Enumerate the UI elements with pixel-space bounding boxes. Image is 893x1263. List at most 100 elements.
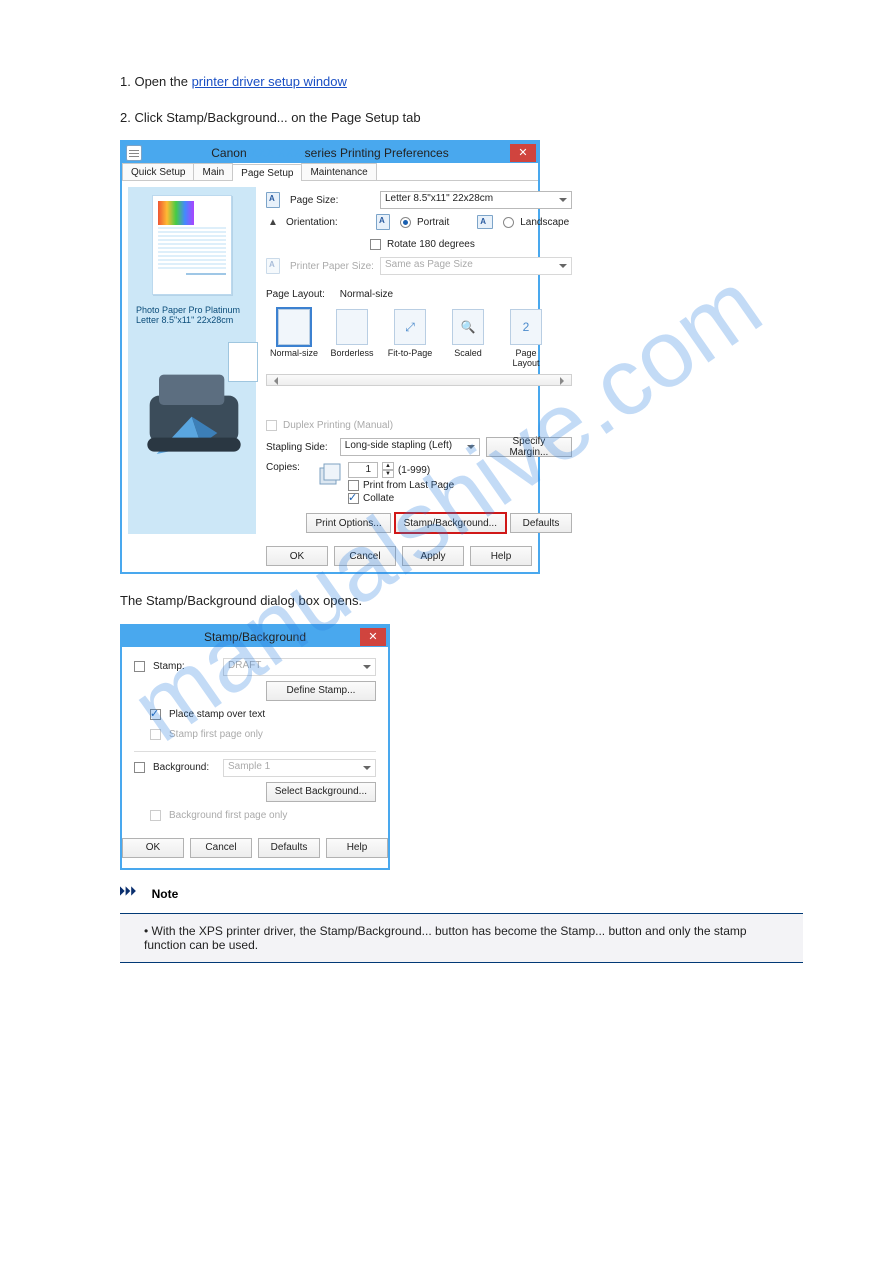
cancel-button[interactable]: Cancel: [334, 546, 396, 566]
copies-icon: [318, 462, 342, 488]
layout-fit-to-page[interactable]: ⤢Fit-to-Page: [386, 309, 434, 368]
close-icon[interactable]: ✕: [510, 144, 536, 162]
stamp-label: Stamp:: [153, 661, 215, 672]
defaults-button[interactable]: Defaults: [510, 513, 572, 533]
dialog-titlebar: Canon XXX XXX series Printing Preference…: [122, 142, 538, 163]
layout-label: Scaled: [454, 348, 482, 358]
page-size-select[interactable]: Letter 8.5"x11" 22x28cm: [380, 191, 572, 209]
printer-system-icon: [126, 145, 142, 161]
background-label: Background:: [153, 762, 215, 773]
orientation-label: Orientation:: [286, 217, 370, 228]
preview-mini-thumb: [228, 342, 258, 382]
bg-first-label: Background first page only: [169, 810, 287, 821]
defaults-button[interactable]: Defaults: [258, 838, 320, 858]
help-button[interactable]: Help: [470, 546, 532, 566]
close-icon[interactable]: ✕: [360, 628, 386, 646]
preview-panel: Photo Paper Pro Platinum Letter 8.5"x11"…: [128, 187, 256, 534]
stamp-background-dialog: Stamp/Background ✕ Stamp: DRAFT Define S…: [120, 624, 390, 870]
duplex-label: Duplex Printing (Manual): [283, 420, 393, 431]
page-size-icon: [266, 192, 280, 208]
printer-paper-label: Printer Paper Size:: [290, 261, 374, 272]
stamp-checkbox[interactable]: [134, 661, 145, 672]
layout-borderless[interactable]: Borderless: [328, 309, 376, 368]
landscape-label: Landscape: [520, 217, 569, 228]
stapling-label: Stapling Side:: [266, 442, 334, 453]
layout-scrollbar[interactable]: [266, 374, 572, 386]
layout-page-layout[interactable]: 2Page Layout: [502, 309, 550, 368]
print-last-page-label: Print from Last Page: [363, 480, 454, 491]
tab-main[interactable]: Main: [193, 163, 233, 180]
specify-margin-button[interactable]: Specify Margin...: [486, 437, 572, 457]
landscape-radio[interactable]: [503, 217, 514, 228]
define-stamp-button[interactable]: Define Stamp...: [266, 681, 376, 701]
orientation-icon: ▲: [266, 217, 280, 228]
printing-preferences-dialog: Canon XXX XXX series Printing Preference…: [120, 140, 540, 574]
tab-page-setup[interactable]: Page Setup: [232, 164, 302, 181]
landscape-icon: [477, 215, 493, 229]
copies-input[interactable]: 1: [348, 462, 378, 478]
ok-button[interactable]: OK: [266, 546, 328, 566]
rotate180-label: Rotate 180 degrees: [387, 239, 475, 250]
collate-checkbox[interactable]: [348, 493, 359, 504]
place-over-checkbox[interactable]: [150, 709, 161, 720]
print-last-page-checkbox[interactable]: [348, 480, 359, 491]
note-text: With the XPS printer driver, the Stamp/B…: [144, 924, 747, 952]
copies-down[interactable]: ▼: [382, 470, 394, 478]
layout-label: Normal-size: [270, 348, 318, 358]
printer-paper-select: Same as Page Size: [380, 257, 572, 275]
duplex-checkbox: [266, 420, 277, 431]
page-size-label: Page Size:: [290, 195, 374, 206]
note-chevrons-icon: [120, 884, 148, 898]
page-layout-label: Page Layout:: [266, 289, 325, 300]
note-box: • With the XPS printer driver, the Stamp…: [120, 913, 803, 963]
step-1: 1. Open the printer driver setup window: [120, 73, 803, 91]
background-select: Sample 1: [223, 759, 376, 777]
preview-caption-2: Letter 8.5"x11" 22x28cm: [134, 315, 250, 325]
tab-maintenance[interactable]: Maintenance: [301, 163, 376, 180]
layout-normal-size[interactable]: Normal-size: [270, 309, 318, 368]
page-layout-value: Normal-size: [340, 289, 393, 300]
layout-scaled[interactable]: 🔍Scaled: [444, 309, 492, 368]
rotate180-checkbox[interactable]: [370, 239, 381, 250]
layout-label: Page Layout: [512, 348, 539, 368]
portrait-label: Portrait: [417, 217, 449, 228]
ok-button[interactable]: OK: [122, 838, 184, 858]
tab-bar: Quick Setup Main Page Setup Maintenance: [122, 163, 538, 181]
stamp-first-label: Stamp first page only: [169, 729, 263, 740]
help-button[interactable]: Help: [326, 838, 388, 858]
preview-doc-thumb: [152, 195, 232, 295]
step-1-prefix: 1. Open the: [120, 74, 192, 89]
collate-label: Collate: [363, 493, 394, 504]
stamp-background-button[interactable]: Stamp/Background...: [395, 513, 506, 533]
place-over-label: Place stamp over text: [169, 709, 265, 720]
dialog2-titlebar: Stamp/Background ✕: [122, 626, 388, 647]
apply-button[interactable]: Apply: [402, 546, 464, 566]
doc-text-3: The Stamp/Background dialog box opens.: [120, 592, 803, 610]
driver-setup-link[interactable]: printer driver setup window: [192, 74, 347, 89]
printer-paper-icon: [266, 258, 280, 274]
dialog2-title: Stamp/Background: [204, 630, 306, 644]
cancel-button[interactable]: Cancel: [190, 838, 252, 858]
title-model-redacted: XXX XXX: [250, 146, 301, 160]
portrait-radio[interactable]: [400, 217, 411, 228]
preview-caption-1: Photo Paper Pro Platinum: [134, 305, 250, 315]
step-2: 2. Click Stamp/Background... on the Page…: [120, 109, 803, 127]
copies-up[interactable]: ▲: [382, 462, 394, 470]
note-label: Note: [152, 887, 179, 901]
title-prefix: Canon: [211, 146, 250, 160]
print-options-button[interactable]: Print Options...: [306, 513, 390, 533]
tab-quick-setup[interactable]: Quick Setup: [122, 163, 194, 180]
dialog-footer: OK Cancel Apply Help: [122, 540, 538, 572]
stapling-select[interactable]: Long-side stapling (Left): [340, 438, 480, 456]
copies-label: Copies:: [266, 462, 312, 473]
copies-range: (1-999): [398, 465, 430, 476]
layout-label: Borderless: [330, 348, 373, 358]
select-background-button[interactable]: Select Background...: [266, 782, 376, 802]
portrait-icon: [376, 214, 390, 230]
layout-label: Fit-to-Page: [388, 348, 433, 358]
stamp-select: DRAFT: [223, 658, 376, 676]
background-checkbox[interactable]: [134, 762, 145, 773]
layout-options: Normal-size Borderless ⤢Fit-to-Page 🔍Sca…: [266, 305, 572, 368]
stamp-first-checkbox: [150, 729, 161, 740]
title-suffix: series Printing Preferences: [301, 146, 448, 160]
